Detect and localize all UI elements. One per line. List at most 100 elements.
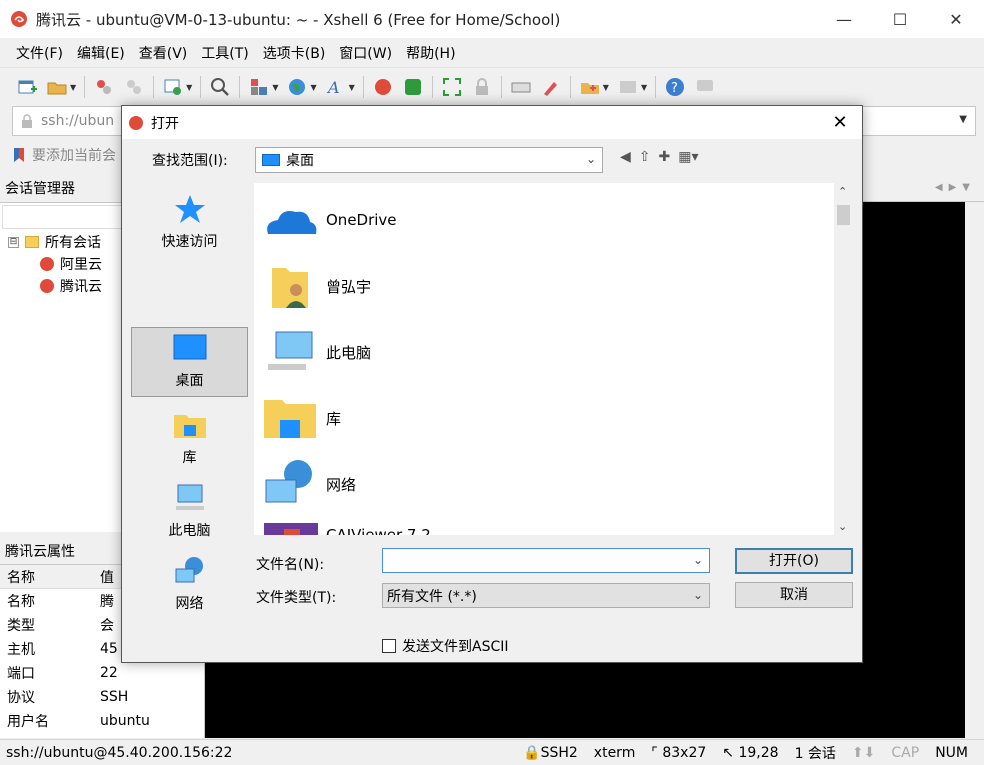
tab-nav-arrows-icon[interactable]: ◀▶▼	[935, 182, 976, 193]
xftp-icon[interactable]	[402, 76, 424, 98]
toolbar-divider	[84, 76, 86, 98]
help-icon[interactable]: ?	[664, 76, 686, 98]
search-icon[interactable]	[209, 76, 231, 98]
scroll-arrows-icon[interactable]: ⬆⬇	[852, 745, 875, 761]
desktop-icon	[173, 334, 206, 360]
filename-input[interactable]: ⌄	[382, 548, 710, 573]
file-list-scrollbar[interactable]: ⌃ ⌄	[834, 183, 853, 535]
maximize-button[interactable]: ☐	[872, 0, 928, 38]
session-icon	[40, 257, 54, 271]
filetype-select[interactable]: 所有文件 (*.*) ⌄	[382, 583, 710, 608]
list-item[interactable]: OneDrive	[254, 190, 397, 250]
keyboard-icon[interactable]	[510, 76, 532, 98]
toolbar-divider	[362, 76, 364, 98]
chevron-down-icon[interactable]: ⌄	[693, 553, 703, 567]
tree-item-label: 阿里云	[60, 257, 102, 273]
dialog-title: 打开	[151, 115, 179, 132]
terminal-scrollbar[interactable]	[965, 202, 984, 738]
menu-file[interactable]: 文件(F)	[16, 43, 63, 63]
library-icon	[264, 400, 316, 438]
collapse-toggle-icon[interactable]: ⊟	[8, 236, 19, 248]
globe-icon[interactable]	[286, 76, 308, 98]
menu-edit[interactable]: 编辑(E)	[77, 43, 125, 63]
look-in-select[interactable]: 桌面 ⌄	[255, 147, 603, 173]
xshell-icon[interactable]	[372, 76, 394, 98]
address-dropdown-icon[interactable]: ▼	[959, 114, 967, 125]
place-library[interactable]: 库	[131, 405, 248, 475]
toolbar-divider	[569, 76, 571, 98]
status-size: ⌜ 83x27	[651, 745, 707, 761]
chevron-down-icon: ⌄	[692, 588, 703, 602]
new-folder-icon[interactable]	[579, 76, 601, 98]
dialog-close-button[interactable]: ✕	[818, 112, 862, 133]
scroll-down-icon[interactable]: ⌄	[838, 520, 847, 533]
properties-icon[interactable]	[162, 76, 184, 98]
tile-icon[interactable]	[617, 76, 639, 98]
up-folder-icon[interactable]: ⇧	[639, 149, 651, 165]
menu-help[interactable]: 帮助(H)	[406, 43, 455, 63]
prop-key: 主机	[7, 642, 35, 658]
computer-icon	[268, 331, 313, 370]
star-icon	[174, 195, 205, 223]
view-menu-icon[interactable]: ▦▾	[678, 149, 698, 165]
chevron-down-icon[interactable]: ▼	[186, 83, 192, 92]
status-sessions: 1 会话	[794, 746, 836, 762]
place-network[interactable]: 网络	[131, 551, 248, 621]
list-item[interactable]: CAJViewer 7.2	[254, 505, 431, 535]
prop-key: 名称	[7, 594, 35, 610]
place-label: 此电脑	[168, 523, 211, 539]
close-button[interactable]: ✕	[928, 0, 984, 38]
file-name: 曾弘宇	[326, 277, 372, 296]
open-folder-icon[interactable]	[46, 76, 68, 98]
place-quick-access[interactable]: 快速访问	[131, 189, 248, 259]
menubar: 文件(F) 编辑(E) 查看(V) 工具(T) 选项卡(B) 窗口(W) 帮助(…	[0, 38, 984, 68]
place-desktop[interactable]: 桌面	[131, 327, 248, 397]
ascii-checkbox-row[interactable]: 发送文件到ASCII	[382, 636, 509, 656]
font-icon[interactable]: A	[325, 76, 347, 98]
column-header-name[interactable]: 名称	[0, 567, 100, 587]
svg-text:?: ?	[671, 81, 678, 96]
lock-icon[interactable]	[471, 76, 493, 98]
menu-tools[interactable]: 工具(T)	[201, 43, 248, 63]
filename-label: 文件名(N):	[256, 557, 325, 573]
new-session-icon[interactable]	[16, 76, 38, 98]
menu-tabs[interactable]: 选项卡(B)	[263, 43, 326, 63]
list-item[interactable]: 曾弘宇	[254, 256, 371, 316]
chevron-down-icon[interactable]: ▼	[349, 83, 355, 92]
toolbar-divider	[431, 76, 433, 98]
cancel-button[interactable]: 取消	[735, 582, 853, 608]
menu-window[interactable]: 窗口(W)	[339, 43, 392, 63]
look-in-value: 桌面	[286, 153, 314, 169]
chevron-down-icon[interactable]: ▼	[641, 83, 647, 92]
highlight-icon[interactable]	[540, 76, 562, 98]
list-item[interactable]: 此电脑	[254, 322, 371, 382]
scroll-up-icon[interactable]: ⌃	[838, 185, 847, 198]
back-icon[interactable]: ◀	[620, 149, 631, 165]
place-this-pc[interactable]: 此电脑	[131, 478, 248, 548]
window-titlebar: 腾讯云 - ubuntu@VM-0-13-ubuntu: ~ - Xshell …	[0, 0, 984, 38]
layout-icon[interactable]	[248, 76, 270, 98]
minimize-button[interactable]: —	[816, 0, 872, 38]
chat-icon[interactable]	[694, 76, 716, 98]
disconnect-icon[interactable]	[123, 76, 145, 98]
chevron-down-icon[interactable]: ▼	[70, 83, 76, 92]
chevron-down-icon[interactable]: ▼	[310, 83, 316, 92]
ascii-checkbox[interactable]	[382, 639, 396, 653]
chevron-down-icon[interactable]: ▼	[272, 83, 278, 92]
new-folder-icon[interactable]: ✚	[659, 149, 671, 165]
file-list[interactable]: OneDrive 曾弘宇 此电脑 库 网络 CAJViewer 7.2	[254, 183, 834, 535]
open-button[interactable]: 打开(O)	[735, 548, 853, 574]
fullscreen-icon[interactable]	[441, 76, 463, 98]
menu-view[interactable]: 查看(V)	[139, 43, 188, 63]
chevron-down-icon[interactable]: ▼	[603, 83, 609, 92]
session-hint-text: 要添加当前会	[32, 148, 116, 164]
prop-key: 类型	[7, 618, 35, 634]
scroll-thumb[interactable]	[837, 205, 850, 225]
address-value: ssh://ubun	[41, 113, 115, 129]
lock-icon	[22, 114, 32, 128]
desktop-icon	[262, 154, 280, 166]
list-item[interactable]: 库	[254, 388, 341, 448]
bookmark-icon	[14, 148, 24, 162]
computer-icon	[175, 484, 204, 510]
reconnect-icon[interactable]	[93, 76, 115, 98]
